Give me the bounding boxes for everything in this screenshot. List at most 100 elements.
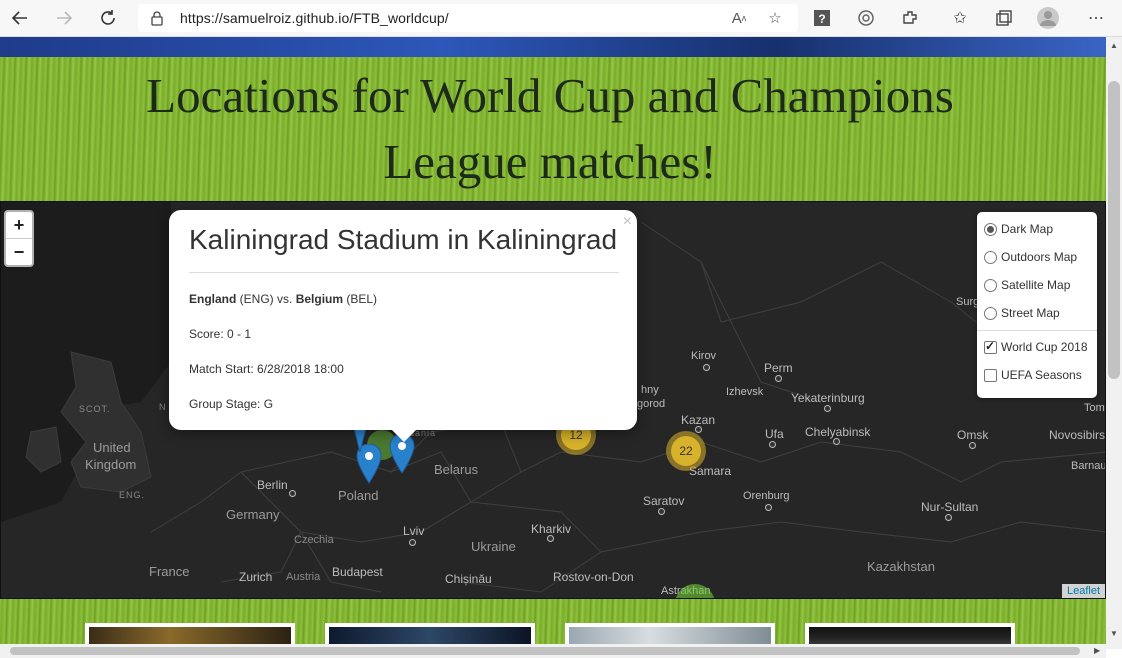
layer-label: Satellite Map <box>1001 278 1071 292</box>
leaflet-map[interactable]: United Kingdom SCOT. ENG. N Germany Berl… <box>0 201 1106 599</box>
city-dot-kirov <box>703 364 710 371</box>
map-label-kingdom: Kingdom <box>85 457 137 472</box>
popup-close-button[interactable]: × <box>623 213 632 231</box>
map-label-nur-sultan: Nur-Sultan <box>921 500 979 514</box>
city-dot-ufa <box>769 441 776 448</box>
layer-label: Dark Map <box>1001 222 1054 236</box>
horizontal-scroll-thumb[interactable] <box>10 647 1080 655</box>
city-dot-perm <box>775 375 782 382</box>
layer-option-satellite-map[interactable]: Satellite Map <box>984 278 1070 292</box>
add-favorite-icon[interactable]: ☆ <box>764 8 786 28</box>
copilot-icon[interactable] <box>852 4 880 32</box>
checkbox[interactable] <box>984 368 997 382</box>
city-dot-saratov <box>658 508 665 515</box>
profile-icon[interactable] <box>1034 4 1062 32</box>
lock-icon[interactable] <box>150 10 164 31</box>
city-dot-orenburg <box>765 504 772 511</box>
home-code: (ENG) vs. <box>236 292 296 306</box>
map-label-lviv: Lviv <box>403 524 425 538</box>
map-label-france: France <box>149 564 190 579</box>
map-label-austria: Austria <box>286 571 321 583</box>
map-label-yekaterinburg: Yekaterinburg <box>791 391 865 405</box>
refresh-icon[interactable] <box>94 4 122 32</box>
city-dot-kharkiv <box>547 535 554 542</box>
layer-label: Outdoors Map <box>1001 250 1078 264</box>
city-dot-nur-sultan <box>945 514 952 521</box>
map-label-zurich: Zurich <box>239 570 273 584</box>
image-cards-row <box>0 603 1106 649</box>
map-label-izhevsk: Izhevsk <box>726 386 764 398</box>
layer-control: Dark Map Outdoors Map Satellite Map Stre… <box>977 212 1097 398</box>
popup-teams: England (ENG) vs. Belgium (BEL) <box>189 292 377 306</box>
map-label-belarus: Belarus <box>434 462 479 477</box>
horizontal-scrollbar[interactable]: ▶ <box>0 644 1106 658</box>
popup-title: Kaliningrad Stadium in Kaliningrad <box>189 224 618 255</box>
marker-popup: × Kaliningrad Stadium in Kaliningrad Eng… <box>169 210 637 442</box>
map-label-poland: Poland <box>338 488 379 503</box>
page-title-line-2: League matches! <box>383 134 717 189</box>
map-label-saratov: Saratov <box>643 494 685 508</box>
away-code: (BEL) <box>343 292 378 306</box>
vertical-scrollbar[interactable]: ▲ ▼ <box>1106 37 1122 649</box>
zoom-in-button[interactable]: + <box>6 212 32 239</box>
vertical-scroll-thumb[interactable] <box>1108 81 1120 379</box>
map-label-budapest: Budapest <box>332 565 383 579</box>
scroll-up-arrow-icon[interactable]: ▲ <box>1110 41 1118 50</box>
more-icon[interactable]: ⋯ <box>1082 4 1110 32</box>
city-dot-chelyabinsk <box>833 438 840 445</box>
collections-icon[interactable] <box>990 4 1018 32</box>
url-text[interactable]: https://samuelroiz.github.io/FTB_worldcu… <box>180 10 449 26</box>
map-label-united: United <box>93 440 131 455</box>
layer-option-street-map[interactable]: Street Map <box>984 306 1060 320</box>
map-label-n: N <box>159 402 167 412</box>
back-icon[interactable] <box>6 4 34 32</box>
forward-icon[interactable] <box>50 4 78 32</box>
extensions-icon[interactable] <box>896 4 924 32</box>
layer-option-outdoors-map[interactable]: Outdoors Map <box>984 250 1077 264</box>
header-banner <box>0 37 1106 57</box>
radio-button[interactable] <box>984 306 997 320</box>
map-label-nizhny-2: gorod <box>637 398 666 410</box>
page-title-line-1: Locations for World Cup and Champions <box>146 68 954 123</box>
scroll-right-arrow-icon[interactable]: ▶ <box>1094 646 1100 655</box>
browser-toolbar: https://samuelroiz.github.io/FTB_worldcu… <box>0 0 1122 37</box>
map-label-germany: Germany <box>226 507 280 522</box>
overlay-option-uefa-seasons[interactable]: UEFA Seasons <box>984 368 1082 382</box>
popup-divider <box>189 272 619 273</box>
map-label-omsk: Omsk <box>957 428 989 442</box>
home-team: England <box>189 292 237 306</box>
address-bar[interactable]: https://samuelroiz.github.io/FTB_worldcu… <box>138 4 798 32</box>
radio-button[interactable] <box>984 278 997 292</box>
favorites-icon[interactable]: ✩ <box>946 4 974 32</box>
map-label-kirov: Kirov <box>691 350 717 362</box>
map-label-barnaul: Barnau <box>1071 460 1106 472</box>
marker-cluster-22[interactable]: 22 <box>666 431 706 471</box>
map-label-czechia: Czechia <box>294 534 334 546</box>
radio-button[interactable] <box>984 250 997 264</box>
city-dot-berlin <box>289 490 296 497</box>
overlay-option-world-cup-2018[interactable]: World Cup 2018 <box>984 339 1088 354</box>
read-aloud-icon[interactable]: Aʌ <box>728 8 750 28</box>
help-icon[interactable]: ? <box>808 4 836 32</box>
map-label-eng: ENG. <box>119 490 146 500</box>
zoom-out-button[interactable]: − <box>6 239 32 265</box>
map-label-rostov: Rostov-on-Don <box>553 570 634 584</box>
checkbox[interactable] <box>984 339 997 354</box>
map-label-tomsk: Tom <box>1084 402 1105 414</box>
map-label-perm: Perm <box>764 361 793 375</box>
layer-option-dark-map[interactable]: Dark Map <box>984 222 1053 236</box>
leaflet-attribution-link[interactable]: Leaflet <box>1061 584 1105 598</box>
radio-button[interactable] <box>984 222 997 236</box>
map-label-kazan: Kazan <box>681 413 716 427</box>
layer-label: Street Map <box>1001 306 1060 320</box>
overlay-label: UEFA Seasons <box>1001 368 1082 382</box>
city-dot-omsk <box>969 442 976 449</box>
popup-tip <box>392 430 416 442</box>
cluster-count: 22 <box>671 436 701 466</box>
popup-group-stage: Group Stage: G <box>189 397 274 411</box>
city-dot-yekaterinburg <box>824 405 831 412</box>
popup-score: Score: 0 - 1 <box>189 327 252 341</box>
map-label-nizhny-1: hny <box>641 384 659 396</box>
map-label-chisinau: Chișinău <box>445 572 492 586</box>
scroll-down-arrow-icon[interactable]: ▼ <box>1110 629 1118 638</box>
